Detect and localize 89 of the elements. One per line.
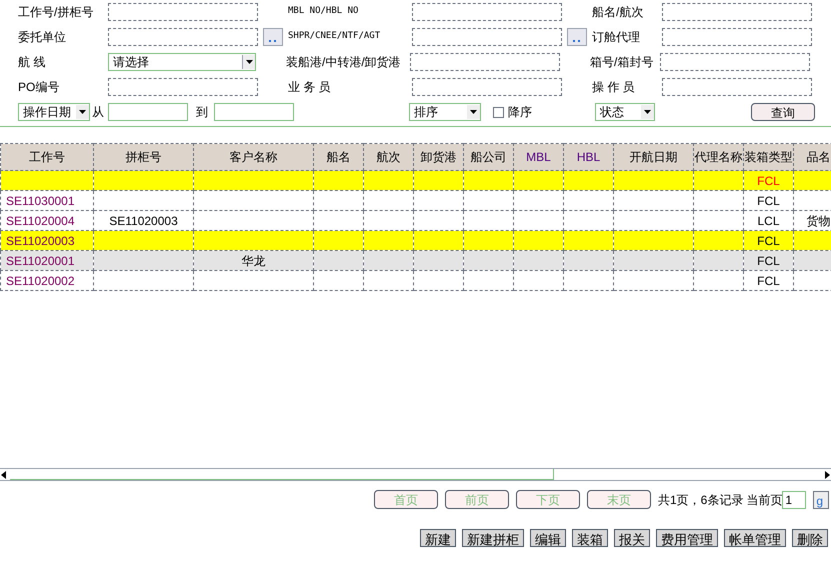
table-row[interactable]: SE11020002 FCL xyxy=(0,270,831,290)
right-arrow-icon xyxy=(825,470,831,478)
input-field[interactable] xyxy=(410,52,560,70)
column-header[interactable]: 工作号 xyxy=(0,144,94,170)
field-label: 工作号/拼柜号 xyxy=(18,4,94,20)
table-cell: SE11020003 xyxy=(6,234,75,248)
record-summary: 共1页，6条记录 xyxy=(658,492,744,508)
action-button[interactable]: 新建 xyxy=(420,529,456,547)
table-row[interactable]: SE11020003 FCL xyxy=(0,230,831,250)
field-label: 箱号/箱封号 xyxy=(590,54,654,70)
status-select[interactable]: 状态 xyxy=(595,103,655,121)
column-header[interactable]: HBL xyxy=(564,144,614,170)
table-cell: SE11020001 xyxy=(6,254,75,268)
to-label: 到 xyxy=(196,104,209,121)
field-label: PO编号 xyxy=(18,78,60,96)
field-label: SHPR/CNEE/NTF/AGT xyxy=(288,30,382,43)
field-label: 委托单位 xyxy=(18,28,67,46)
table-row[interactable]: SE11030001 FCL xyxy=(0,190,831,210)
field-label: 船名/航次 xyxy=(592,4,644,20)
table-cell: FCL xyxy=(757,174,780,188)
table-row[interactable]: SE11020001 华龙 FCL xyxy=(0,250,831,270)
caret-icon xyxy=(76,105,89,119)
column-header[interactable]: 开航日期 xyxy=(614,144,694,170)
input-field[interactable] xyxy=(108,28,258,46)
field-label: 操 作 员 xyxy=(592,78,636,96)
field-label: 业 务 员 xyxy=(288,78,332,96)
table-cell: SE11030001 xyxy=(6,194,75,208)
date-to-field[interactable] xyxy=(214,103,294,121)
horizontal-scrollbar[interactable] xyxy=(0,468,831,481)
lookup-button[interactable] xyxy=(263,28,283,46)
action-button[interactable]: 报关 xyxy=(614,529,650,547)
column-header[interactable]: 装箱类型 xyxy=(744,144,794,170)
field-label: 装船港/中转港/卸货港 xyxy=(286,54,402,70)
lookup-button[interactable] xyxy=(567,28,587,46)
table-cell: LCL xyxy=(757,214,780,228)
input-field[interactable] xyxy=(662,2,812,20)
table-cell: FCL xyxy=(757,274,780,288)
go-button[interactable]: g xyxy=(813,490,830,508)
input-field[interactable] xyxy=(660,52,810,70)
current-page-label: 当前页 xyxy=(746,492,782,508)
left-arrow-icon xyxy=(0,470,6,478)
column-header[interactable]: 卸货港 xyxy=(414,144,464,170)
action-button[interactable]: 新建拼柜 xyxy=(462,529,524,547)
action-button[interactable]: 编辑 xyxy=(530,529,566,547)
date-type-select[interactable]: 操作日期 xyxy=(18,103,90,121)
column-header[interactable]: 航次 xyxy=(364,144,414,170)
field-label: 订舱代理 xyxy=(592,28,641,46)
route-select[interactable]: 请选择 xyxy=(108,52,256,70)
sort-select[interactable]: 排序 xyxy=(409,103,481,121)
from-label: 从 xyxy=(92,104,105,121)
input-field[interactable] xyxy=(412,78,562,96)
table-cell: FCL xyxy=(757,234,780,248)
table-cell: FCL xyxy=(757,194,780,208)
input-field[interactable] xyxy=(108,2,258,20)
current-page-field[interactable]: 1 xyxy=(782,490,806,508)
table-cell: SE11020003 xyxy=(109,214,178,228)
column-header[interactable]: 品名 xyxy=(794,144,831,170)
column-header[interactable]: 客户名称 xyxy=(194,144,314,170)
column-header[interactable]: MBL xyxy=(514,144,564,170)
action-button[interactable]: 帐单管理 xyxy=(724,529,786,547)
table-row[interactable]: FCL xyxy=(0,170,831,190)
action-button[interactable]: 费用管理 xyxy=(656,529,718,547)
table-cell: 货物 xyxy=(806,214,830,228)
table-cell: SE11020004 xyxy=(6,214,75,228)
input-field[interactable] xyxy=(412,28,562,46)
column-header[interactable]: 船公司 xyxy=(464,144,514,170)
query-button[interactable]: 查询 xyxy=(751,103,815,121)
checkbox[interactable] xyxy=(493,106,504,118)
caret-icon xyxy=(242,54,255,68)
table-cell: SE11020002 xyxy=(6,274,75,288)
date-from-field[interactable] xyxy=(108,103,188,121)
column-header[interactable]: 拼柜号 xyxy=(94,144,194,170)
field-label: MBL NO/HBL NO xyxy=(288,4,360,18)
action-button[interactable]: 装箱 xyxy=(572,529,608,547)
table-row[interactable]: SE11020004 SE11020003 LCL 货物 xyxy=(0,210,831,230)
column-header[interactable]: 船名 xyxy=(314,144,364,170)
input-field[interactable] xyxy=(662,78,812,96)
field-label: 航 线 xyxy=(18,54,46,70)
descending-label: 降序 xyxy=(508,104,532,121)
table-cell: 华龙 xyxy=(242,254,266,268)
caret-icon xyxy=(467,105,480,119)
caret-icon xyxy=(641,105,654,119)
table-cell: FCL xyxy=(757,254,780,268)
input-field[interactable] xyxy=(412,2,562,20)
column-header[interactable]: 代理名称 xyxy=(694,144,744,170)
scrollbar-thumb[interactable] xyxy=(10,469,554,480)
input-field[interactable] xyxy=(108,78,258,96)
action-button[interactable]: 删除 xyxy=(792,529,828,547)
input-field[interactable] xyxy=(662,28,812,46)
